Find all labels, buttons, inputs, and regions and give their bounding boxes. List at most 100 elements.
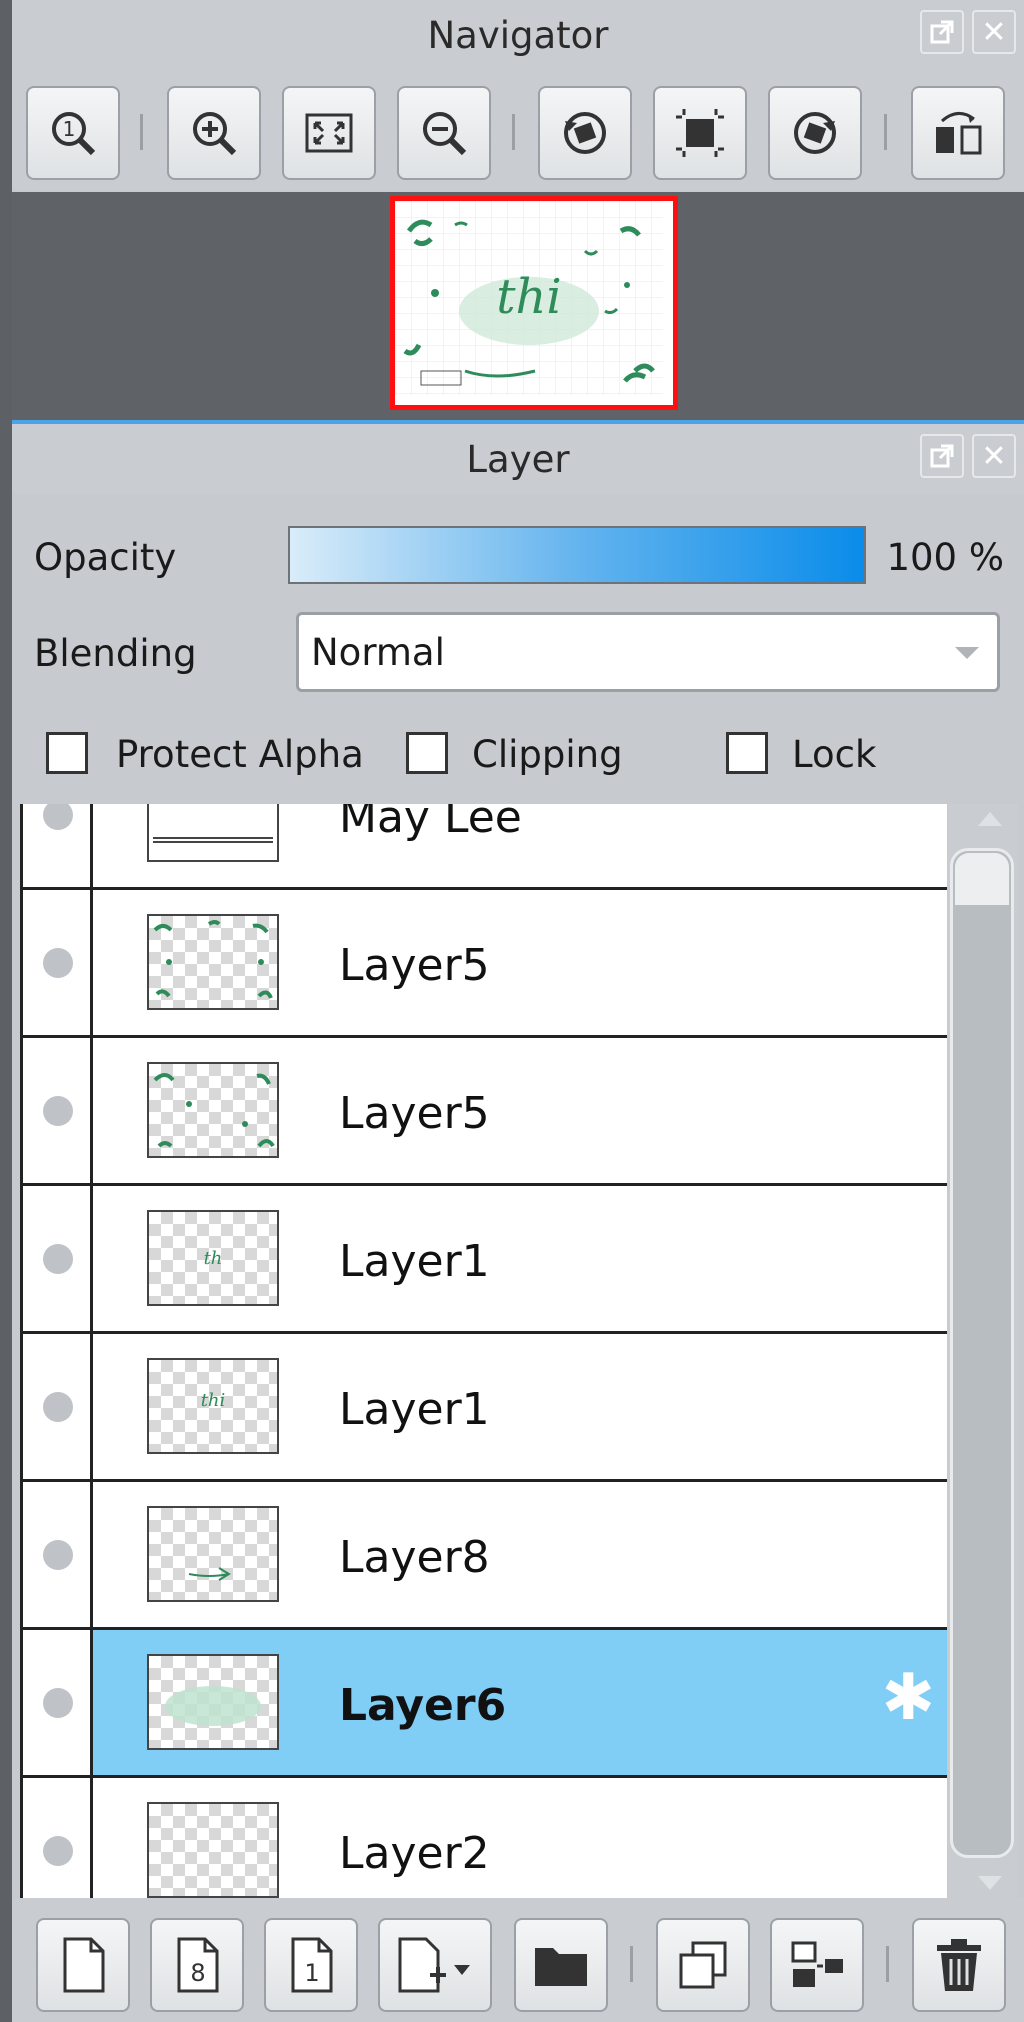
visibility-icon <box>43 804 73 830</box>
undock-icon <box>930 444 954 468</box>
zoom-out-button[interactable] <box>397 86 491 180</box>
layer-header: Layer ✕ <box>12 424 1024 494</box>
opacity-slider[interactable] <box>288 526 866 584</box>
visibility-toggle[interactable] <box>23 1186 93 1331</box>
svg-text:thi: thi <box>496 269 562 325</box>
zoom-actual-button[interactable]: 1 <box>26 86 120 180</box>
zoom-out-icon <box>423 112 467 156</box>
visibility-toggle[interactable] <box>23 804 93 887</box>
layer-panel-title: Layer <box>466 437 570 481</box>
zoom-in-icon <box>193 112 237 156</box>
layer-undock-button[interactable] <box>920 434 964 478</box>
layer-list: May Lee Layer5 Layer5 th Layer1 thi Laye… <box>20 804 947 1898</box>
layer-row[interactable]: Layer2 <box>23 1778 947 1898</box>
visibility-toggle[interactable] <box>23 1334 93 1479</box>
undock-icon <box>930 20 954 44</box>
new-layer-button[interactable] <box>36 1918 130 2012</box>
visibility-icon <box>43 1244 73 1274</box>
add-layer-menu-icon <box>398 1937 470 1993</box>
blending-value: Normal <box>311 630 445 674</box>
rotate-left-icon <box>564 112 606 154</box>
rotate-right-icon <box>794 112 836 154</box>
left-dock-edge <box>0 0 12 2022</box>
canvas-thumbnail-image: thi <box>395 201 663 395</box>
layer-name: Layer5 <box>339 1088 490 1139</box>
zoom-in-button[interactable] <box>167 86 261 180</box>
layer-row-selected[interactable]: Layer6 ✱ <box>23 1630 947 1778</box>
flip-horizontal-button[interactable] <box>911 86 1005 180</box>
trash-icon <box>937 1939 981 1991</box>
visibility-icon <box>43 1096 73 1126</box>
visibility-toggle[interactable] <box>23 1482 93 1627</box>
layer-row[interactable]: Layer5 <box>23 1038 947 1186</box>
duplicate-layer-icon <box>679 1941 727 1989</box>
close-icon: ✕ <box>981 14 1007 50</box>
layer-thumbnail <box>147 804 279 862</box>
scroll-thumb[interactable] <box>950 848 1014 1858</box>
layer-name: Layer2 <box>339 1828 490 1879</box>
layer-close-button[interactable]: ✕ <box>972 434 1016 478</box>
lock-checkbox[interactable] <box>726 732 768 774</box>
layer-row[interactable]: th Layer1 <box>23 1186 947 1334</box>
fit-screen-button[interactable] <box>282 86 376 180</box>
visibility-toggle[interactable] <box>23 1778 93 1898</box>
layer-thumbnail <box>147 1062 279 1158</box>
navigator-undock-button[interactable] <box>920 10 964 54</box>
new-1bit-layer-button[interactable]: 1 <box>264 1918 358 2012</box>
layer-row[interactable]: Layer5 <box>23 890 947 1038</box>
layer-name: Layer6 <box>339 1680 507 1731</box>
new-layer-icon <box>63 1937 105 1993</box>
layer-name: Layer5 <box>339 940 490 991</box>
lock-label: Lock <box>792 733 877 776</box>
clipping-checkbox[interactable] <box>406 732 448 774</box>
gear-icon[interactable]: ✱ <box>881 1666 935 1730</box>
close-icon: ✕ <box>981 438 1007 474</box>
layer-thumbnail <box>147 1802 279 1898</box>
reset-view-button[interactable] <box>653 86 747 180</box>
svg-text:1: 1 <box>304 1959 319 1987</box>
blending-label: Blending <box>34 632 197 675</box>
visibility-toggle[interactable] <box>23 890 93 1035</box>
svg-text:1: 1 <box>63 117 76 141</box>
new-folder-icon <box>535 1948 587 1986</box>
layer-row[interactable]: Layer8 <box>23 1482 947 1630</box>
navigator-header: Navigator ✕ <box>12 0 1024 70</box>
layer-row[interactable]: thi Layer1 <box>23 1334 947 1482</box>
layer-name: Layer1 <box>339 1384 490 1435</box>
visibility-icon <box>43 1540 73 1570</box>
scroll-up-icon[interactable] <box>978 812 1002 826</box>
blending-select[interactable]: Normal <box>296 612 1000 692</box>
merge-down-button[interactable] <box>770 1918 864 2012</box>
layer-thumbnail: thi <box>147 1358 279 1454</box>
layer-thumbnail <box>147 1654 279 1750</box>
flip-horizontal-icon <box>936 112 982 155</box>
canvas-thumbnail[interactable]: thi <box>390 196 678 410</box>
visibility-toggle[interactable] <box>23 1038 93 1183</box>
visibility-icon <box>43 948 73 978</box>
reset-view-icon <box>676 109 724 157</box>
layer-thumbnail: th <box>147 1210 279 1306</box>
opacity-label: Opacity <box>34 536 177 579</box>
protect-alpha-checkbox[interactable] <box>46 732 88 774</box>
new-8bit-layer-button[interactable]: 8 <box>150 1918 244 2012</box>
rotate-right-button[interactable] <box>768 86 862 180</box>
delete-layer-button[interactable] <box>912 1918 1006 2012</box>
layer-thumbnail <box>147 914 279 1010</box>
layer-row[interactable]: May Lee <box>23 804 947 890</box>
fit-screen-icon <box>305 113 353 153</box>
navigator-close-button[interactable]: ✕ <box>972 10 1016 54</box>
rotate-left-button[interactable] <box>538 86 632 180</box>
svg-text:thi: thi <box>201 1390 226 1411</box>
visibility-icon <box>43 1688 73 1718</box>
visibility-toggle[interactable] <box>23 1630 93 1775</box>
duplicate-layer-button[interactable] <box>656 1918 750 2012</box>
svg-text:8: 8 <box>190 1959 205 1987</box>
new-folder-button[interactable] <box>514 1918 608 2012</box>
add-layer-menu-button[interactable] <box>378 1918 492 2012</box>
visibility-icon <box>43 1392 73 1422</box>
svg-text:th: th <box>204 1248 223 1269</box>
scroll-down-icon[interactable] <box>978 1876 1002 1890</box>
navigator-preview[interactable]: thi <box>12 192 1024 420</box>
chevron-down-icon <box>955 647 979 659</box>
new-1bit-layer-icon: 1 <box>291 1937 333 1993</box>
